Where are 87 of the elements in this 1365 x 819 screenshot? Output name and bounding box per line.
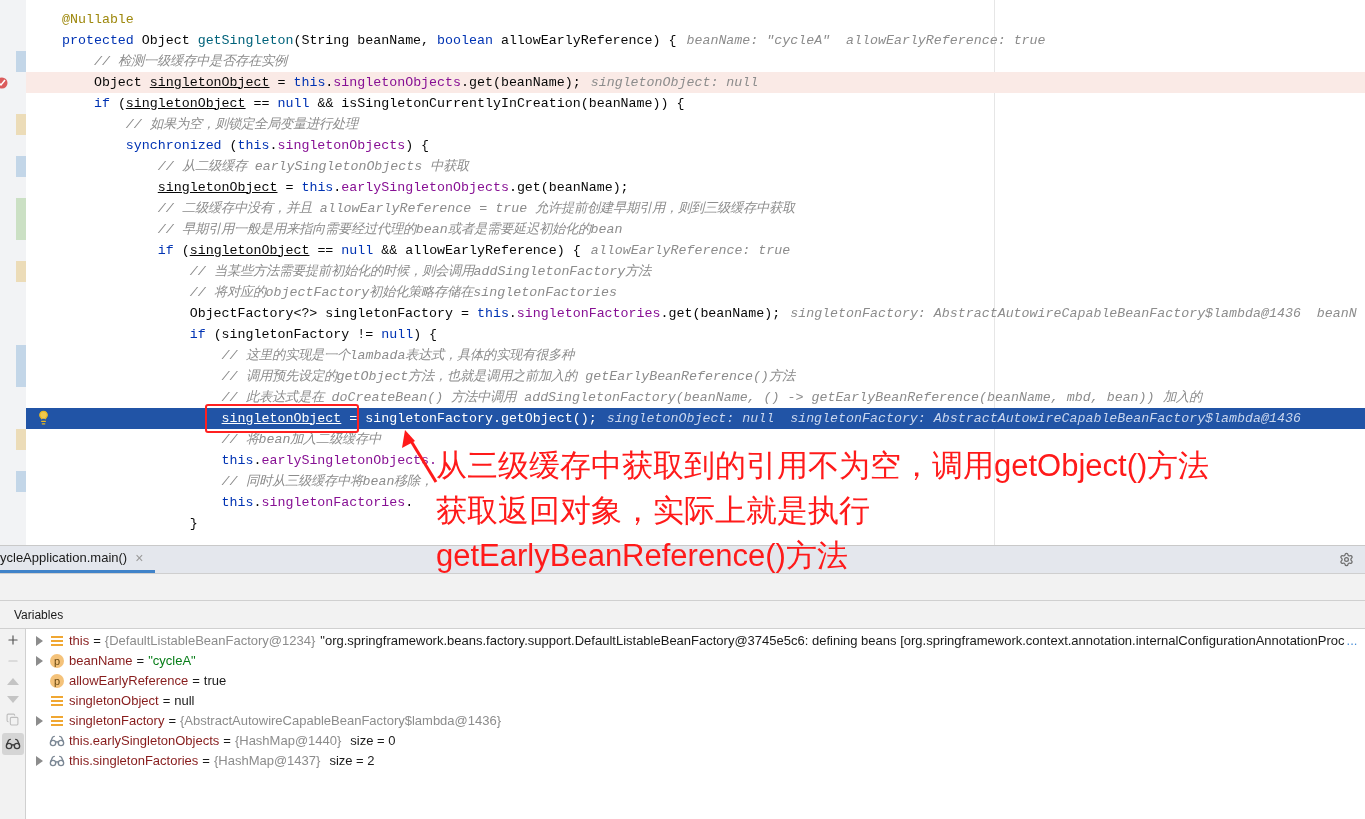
change-marker[interactable] bbox=[16, 261, 26, 282]
code-line: if (singletonObject == null && isSingletonCurrentlyInCreation(beanName)) { bbox=[92, 94, 685, 113]
parameter-icon: p bbox=[50, 674, 64, 688]
code-line: @Nullable bbox=[62, 10, 134, 29]
equals-sign: = bbox=[192, 672, 200, 691]
variable-name[interactable]: singletonObject bbox=[69, 691, 159, 711]
expand-arrow-icon[interactable] bbox=[35, 756, 43, 766]
code-line: // 调用预先设定的getObject方法，也就是调用之前加入的 getEarlyBeanReference()方法 bbox=[220, 367, 795, 386]
change-marker[interactable] bbox=[16, 429, 26, 450]
equals-sign: = bbox=[223, 732, 231, 751]
move-down-icon[interactable] bbox=[6, 696, 19, 704]
expand-arrow-icon[interactable] bbox=[35, 636, 43, 646]
change-marker[interactable] bbox=[16, 156, 26, 177]
watch-icon bbox=[49, 733, 65, 749]
field-icon bbox=[51, 715, 63, 727]
callout-text: getEarlyBeanReference()方法 bbox=[436, 537, 849, 575]
code-text: singletonObject bbox=[221, 410, 342, 426]
inline-value-hint: singletonFactory: AbstractAutowireCapableBeanFactory$lambda@1436 beanN bbox=[790, 304, 1357, 323]
inline-value-hint: singletonObject: null bbox=[590, 73, 759, 92]
code-line: // 当某些方法需要提前初始化的时候，则会调用addSingletonFactory方法 bbox=[188, 262, 652, 281]
object-reference: {HashMap@1440} bbox=[234, 732, 342, 751]
variable-name[interactable]: singletonFactory bbox=[69, 711, 165, 731]
copy-icon[interactable] bbox=[6, 713, 19, 726]
equals-sign: = bbox=[162, 692, 171, 711]
code-line: ObjectFactory<?> singletonFactory = this.singletonFactories.get(beanName); bbox=[188, 304, 781, 323]
code-line: // 从二级缓存 earlySingletonObjects 中获取 bbox=[156, 157, 470, 176]
variable-name[interactable]: this.singletonFactories bbox=[69, 751, 199, 771]
inline-value-hint: beanName: "cycleA" allowEarlyReference: true bbox=[686, 31, 1046, 50]
change-marker[interactable] bbox=[16, 345, 26, 366]
expand-arrow-icon[interactable] bbox=[35, 716, 43, 726]
equals-sign: = bbox=[168, 712, 176, 731]
expand-arrow-icon[interactable] bbox=[35, 656, 43, 666]
field-icon bbox=[51, 695, 63, 707]
code-line: // 早期引用一般是用来指向需要经过代理的bean或者是需要延迟初始化的bean bbox=[156, 220, 623, 239]
variable-value: null bbox=[174, 692, 195, 711]
callout-text: 获取返回对象，实际上就是执行 bbox=[436, 492, 871, 530]
change-marker[interactable] bbox=[16, 114, 26, 135]
equals-sign: = bbox=[202, 752, 210, 771]
watch-icon bbox=[49, 753, 65, 769]
change-marker[interactable] bbox=[16, 471, 26, 492]
equals-sign: = bbox=[93, 632, 101, 651]
collection-size: size = 0 bbox=[350, 732, 396, 751]
variable-name[interactable]: beanName bbox=[69, 651, 133, 671]
code-line: } bbox=[188, 514, 198, 533]
change-marker[interactable] bbox=[16, 366, 26, 387]
object-reference: {DefaultListableBeanFactory@1234} bbox=[104, 632, 316, 651]
code-line: // 此表达式是在 doCreateBean() 方法中调用 addSingletonFactory(beanName, () -> getEarlyBeanReference(beanName, mbd, bean)) 加入的 bbox=[220, 388, 1202, 407]
glasses-icon bbox=[4, 736, 21, 752]
collection-size: size = 2 bbox=[329, 752, 375, 771]
add-icon[interactable] bbox=[5, 633, 20, 647]
code-line: if (singletonFactory != null) { bbox=[188, 325, 438, 344]
lightbulb-icon[interactable] bbox=[36, 410, 51, 425]
object-reference: {AbstractAutowireCapableBeanFactory$lambda@1436} bbox=[180, 712, 502, 731]
object-reference: {HashMap@1437} bbox=[213, 752, 321, 771]
field-icon bbox=[51, 635, 63, 647]
watches-toggle[interactable] bbox=[1, 733, 24, 755]
code-line: // 二级缓存中没有，并且 allowEarlyReference = true 允许提前创建早期引用，则到三级缓存中获取 bbox=[156, 199, 796, 218]
inline-value-hint: allowEarlyReference: true bbox=[590, 241, 791, 260]
inline-value-hint: singletonObject: null singletonFactory: AbstractAutowireCapableBeanFactory$lambda@1436 bbox=[606, 409, 1301, 428]
parameter-icon: p bbox=[50, 654, 64, 668]
variable-value: true bbox=[203, 672, 227, 691]
code-line: // 这里的实现是一个lambada表达式，具体的实现有很多种 bbox=[220, 346, 575, 365]
variable-value: "org.springframework.beans.factory.support.DefaultListableBeanFactory@3745e5c6: defining beans [org.springframework.context.annotation.internalConfigurationAnnotationProc bbox=[320, 632, 1345, 651]
equals-sign: = bbox=[136, 652, 145, 671]
change-marker[interactable] bbox=[16, 219, 26, 240]
code-line: // 同时从三级缓存中将bean移除， bbox=[220, 472, 434, 491]
code-line: this.singletonFactories. bbox=[220, 493, 414, 512]
code-line: protected Object getSingleton(String beanName, boolean allowEarlyReference) { bbox=[62, 31, 677, 50]
move-up-icon[interactable] bbox=[6, 677, 19, 685]
code-text: singletonFactory.getObject(); bbox=[365, 410, 597, 426]
code-line: synchronized (this.singletonObjects) { bbox=[124, 136, 430, 155]
variable-name[interactable]: this bbox=[69, 631, 90, 651]
code-line: // 将对应的objectFactory初始化策略存储在singletonFactories bbox=[188, 283, 617, 302]
code-line: Object singletonObject = this.singletonObjects.get(beanName); bbox=[92, 73, 581, 92]
variable-name[interactable]: allowEarlyReference bbox=[69, 671, 189, 691]
change-marker[interactable] bbox=[16, 198, 26, 219]
callout-text: 从三级缓存中获取到的引用不为空，调用getObject()方法 bbox=[436, 447, 1210, 485]
settings-icon[interactable] bbox=[1339, 552, 1354, 567]
code-line: if (singletonObject == null && allowEarlyReference) { bbox=[156, 241, 581, 260]
code-line: singletonObject = this.earlySingletonObjects.get(beanName); bbox=[156, 178, 629, 197]
variable-name[interactable]: this.earlySingletonObjects bbox=[69, 731, 220, 751]
code-line: // 如果为空，则锁定全局变量进行处理 bbox=[124, 115, 358, 134]
code-text: = bbox=[349, 410, 358, 426]
panel-title: Variables bbox=[14, 606, 64, 624]
change-marker[interactable] bbox=[16, 51, 26, 72]
variable-value: "cycleA" bbox=[148, 652, 196, 671]
code-line: // 检测一级缓存中是否存在实例 bbox=[92, 52, 287, 71]
